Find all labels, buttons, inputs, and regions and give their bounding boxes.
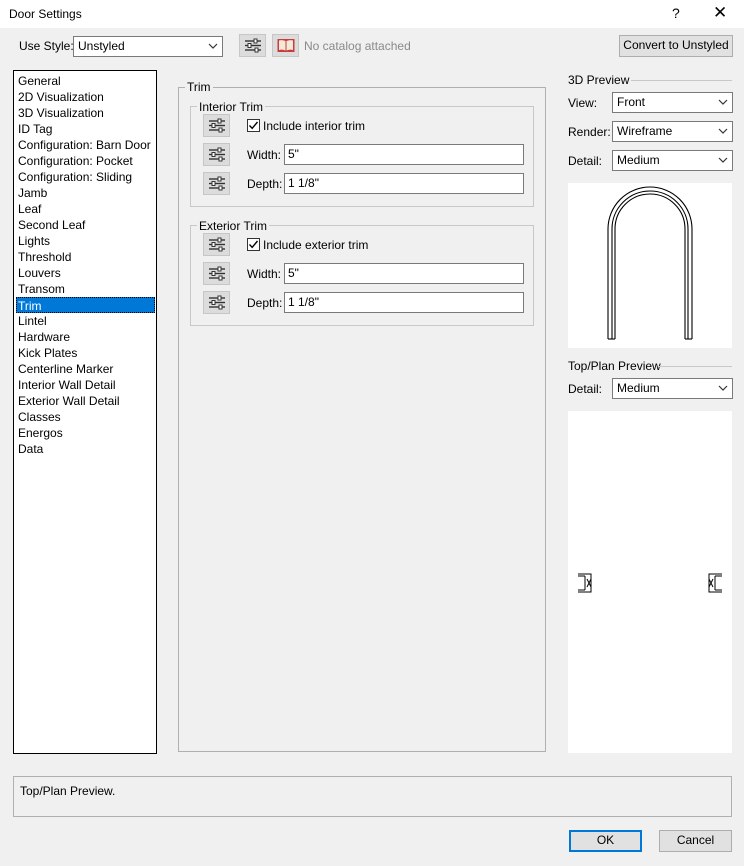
description-text: Top/Plan Preview. (20, 784, 116, 798)
sidebar-item[interactable]: Centerline Marker (17, 361, 155, 377)
sidebar-item[interactable]: Configuration: Barn Door (17, 137, 155, 153)
sidebar-item[interactable]: Hardware (17, 329, 155, 345)
plan-detail-select[interactable]: Medium (612, 378, 733, 399)
sliders-icon (209, 237, 225, 252)
description-box: Top/Plan Preview. (13, 776, 732, 817)
trim-title: Trim (185, 80, 213, 94)
sidebar-item[interactable]: General (17, 73, 155, 89)
sliders-icon (245, 38, 261, 53)
preview-3d-canvas (568, 183, 732, 348)
use-style-label: Use Style: (19, 39, 74, 53)
chevron-down-icon (718, 157, 728, 163)
view-label: View: (568, 96, 598, 110)
include-exterior-trim-label: Include exterior trim (263, 238, 369, 252)
style-select-value: Unstyled (78, 39, 125, 53)
exterior-width-field[interactable]: 5" (284, 263, 524, 284)
sliders-icon (209, 295, 225, 310)
book-icon (277, 39, 295, 52)
interior-trim-title: Interior Trim (197, 100, 266, 114)
exterior-depth-label: Depth: (247, 296, 283, 310)
sidebar-item[interactable]: Configuration: Sliding (17, 169, 155, 185)
catalog-status: No catalog attached (304, 39, 411, 53)
sliders-icon (209, 147, 225, 162)
interior-width-settings-button[interactable] (203, 143, 230, 166)
view-select-value: Front (617, 95, 646, 109)
interior-depth-settings-button[interactable] (203, 172, 230, 195)
sidebar-item[interactable]: Second Leaf (17, 217, 155, 233)
title-bar: Door Settings ? ✕ (0, 0, 744, 28)
sidebar-item[interactable]: Lights (17, 233, 155, 249)
plan-preview-separator (659, 366, 732, 367)
exterior-include-settings-button[interactable] (203, 233, 230, 256)
catalog-button[interactable] (272, 34, 299, 57)
chevron-down-icon (718, 128, 728, 134)
sidebar-item[interactable]: Trim (16, 297, 155, 313)
sliders-icon (209, 266, 225, 281)
sidebar-item[interactable]: Energos (17, 425, 155, 441)
interior-depth-label: Depth: (247, 177, 283, 191)
chevron-down-icon (718, 99, 728, 105)
sidebar-item[interactable]: ID Tag (17, 121, 155, 137)
render-label: Render: (568, 125, 611, 139)
sidebar-item[interactable]: 2D Visualization (17, 89, 155, 105)
chevron-down-icon (718, 385, 728, 391)
door-plan-drawing (578, 573, 722, 593)
ok-button[interactable]: OK (569, 830, 642, 852)
render-select-value: Wireframe (617, 124, 673, 138)
plan-preview-canvas (568, 411, 732, 753)
interior-include-settings-button[interactable] (203, 114, 230, 137)
style-settings-button[interactable] (239, 34, 266, 57)
preview-3d-separator (631, 80, 732, 81)
plan-detail-select-value: Medium (617, 381, 660, 395)
style-select[interactable]: Unstyled (73, 36, 223, 57)
detail-3d-select[interactable]: Medium (612, 150, 733, 171)
preview-3d-title: 3D Preview (568, 73, 630, 87)
plan-detail-label: Detail: (568, 382, 603, 396)
sidebar-item[interactable]: Kick Plates (17, 345, 155, 361)
exterior-width-settings-button[interactable] (203, 262, 230, 285)
sliders-icon (209, 118, 225, 133)
sidebar-item[interactable]: Configuration: Pocket (17, 153, 155, 169)
help-button[interactable]: ? (672, 5, 680, 21)
sidebar-item[interactable]: Exterior Wall Detail (17, 393, 155, 409)
chevron-down-icon (208, 43, 218, 49)
include-exterior-trim-checkbox[interactable] (247, 238, 260, 251)
interior-width-label: Width: (247, 148, 282, 162)
sidebar-item[interactable]: Data (17, 441, 155, 457)
category-list[interactable]: General 2D Visualization 3D Visualization I… (13, 70, 157, 754)
interior-depth-field[interactable]: 1 1/8" (284, 173, 524, 194)
render-select[interactable]: Wireframe (612, 121, 733, 142)
sidebar-item[interactable]: 3D Visualization (17, 105, 155, 121)
sidebar-item[interactable]: Lintel (17, 313, 155, 329)
exterior-trim-title: Exterior Trim (197, 219, 270, 233)
sidebar-item[interactable]: Leaf (17, 201, 155, 217)
sidebar-item[interactable]: Transom (17, 281, 155, 297)
door-arch-drawing (607, 186, 693, 340)
include-interior-trim-checkbox[interactable] (247, 119, 260, 132)
sidebar-item[interactable]: Jamb (17, 185, 155, 201)
sliders-icon (209, 176, 225, 191)
window-title: Door Settings (9, 7, 82, 21)
checkmark-icon (248, 240, 259, 249)
exterior-depth-settings-button[interactable] (203, 291, 230, 314)
checkmark-icon (248, 121, 259, 130)
plan-preview-title: Top/Plan Preview (568, 359, 661, 373)
interior-width-field[interactable]: 5" (284, 144, 524, 165)
sidebar-item[interactable]: Louvers (17, 265, 155, 281)
view-select[interactable]: Front (612, 92, 733, 113)
detail-3d-label: Detail: (568, 154, 603, 168)
cancel-button[interactable]: Cancel (659, 830, 732, 852)
exterior-width-label: Width: (247, 267, 282, 281)
convert-to-unstyled-button[interactable]: Convert to Unstyled (619, 35, 733, 57)
detail-3d-select-value: Medium (617, 153, 660, 167)
include-interior-trim-label: Include interior trim (263, 119, 366, 133)
close-button[interactable]: ✕ (713, 3, 727, 23)
sidebar-item[interactable]: Interior Wall Detail (17, 377, 155, 393)
sidebar-item[interactable]: Classes (17, 409, 155, 425)
sidebar-item[interactable]: Threshold (17, 249, 155, 265)
exterior-depth-field[interactable]: 1 1/8" (284, 292, 524, 313)
